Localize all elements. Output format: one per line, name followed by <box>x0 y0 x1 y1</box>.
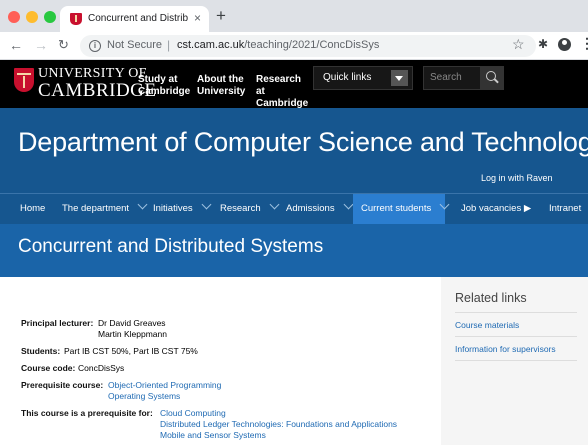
close-window-button[interactable] <box>8 11 20 23</box>
header-link-study[interactable]: Study at Cambridge <box>138 74 190 98</box>
raven-login-link[interactable]: Log in with Raven <box>481 173 553 183</box>
related-links-sidebar: Related links Course materials Informati… <box>441 277 588 445</box>
divider <box>455 336 577 337</box>
cambridge-favicon-icon <box>70 13 82 25</box>
prerequisite-for-link[interactable]: Cloud Computing <box>160 408 226 419</box>
browser-toolbar: ← → ↻ i Not Secure | cst.cam.ac.uk/teach… <box>0 32 588 60</box>
nav-item-initiatives[interactable]: Initiatives <box>144 194 212 224</box>
nav-item-intranet[interactable]: Intranet <box>533 194 588 224</box>
prerequisite-row: Prerequisite course: <box>21 380 103 391</box>
prerequisite-for-label: This course is a prerequisite for: <box>21 408 153 418</box>
star-icon[interactable]: ☆ <box>512 36 525 53</box>
url-host: cst.cam.ac.uk <box>177 39 245 51</box>
lecturer-name: Dr David Greaves <box>98 318 166 328</box>
related-links-heading: Related links <box>455 291 527 305</box>
prerequisite-link[interactable]: Operating Systems <box>108 391 180 402</box>
reload-icon[interactable]: ↻ <box>58 37 69 53</box>
nav-label: Job vacancies <box>461 203 522 214</box>
tab-title: Concurrent and Distributed Sy <box>88 13 188 24</box>
students-label: Students: <box>21 346 61 356</box>
course-code-row: Course code: <box>21 363 75 374</box>
page-title: Concurrent and Distributed Systems <box>18 236 324 257</box>
nav-label: Intranet <box>549 203 582 214</box>
tab-close-icon[interactable]: × <box>194 11 201 25</box>
minimize-window-button[interactable] <box>26 11 38 23</box>
main-navigation: Home The department Initiatives Research… <box>0 193 588 224</box>
department-title[interactable]: Department of Computer Science and Techn… <box>18 127 588 158</box>
forward-arrow-icon[interactable]: → <box>34 37 48 53</box>
related-link-course-materials[interactable]: Course materials <box>455 320 519 330</box>
url-text[interactable]: cst.cam.ac.uk/teaching/2021/ConcDisSys <box>177 39 379 51</box>
course-code-label: Course code: <box>21 363 76 373</box>
prerequisite-link[interactable]: Object-Oriented Programming <box>108 380 221 391</box>
nav-item-admissions[interactable]: Admissions <box>278 194 354 224</box>
search-placeholder: Search <box>430 72 462 83</box>
principal-lecturer-label: Principal lecturer: <box>21 318 94 328</box>
related-link-supervisors[interactable]: Information for supervisors <box>455 344 556 354</box>
nav-label: Initiatives <box>153 203 193 214</box>
url-path: /teaching/2021/ConcDisSys <box>244 39 380 51</box>
url-separator: | <box>167 38 171 52</box>
prerequisite-for-link[interactable]: Mobile and Sensor Systems <box>160 430 266 441</box>
header-link-research[interactable]: Research at Cambridge <box>256 74 308 110</box>
tab-strip: Concurrent and Distributed Sy × + <box>0 0 588 32</box>
browser-tab[interactable]: Concurrent and Distributed Sy × <box>60 6 209 32</box>
site-search-input[interactable]: Search <box>423 66 483 90</box>
back-arrow-icon[interactable]: ← <box>9 37 23 53</box>
prerequisite-label: Prerequisite course: <box>21 380 104 390</box>
nav-item-home[interactable]: Home <box>0 194 52 224</box>
nav-label: The department <box>62 203 130 214</box>
quick-links-dropdown[interactable]: Quick links <box>313 66 413 90</box>
address-bar[interactable]: i Not Secure | cst.cam.ac.uk/teaching/20… <box>80 35 536 57</box>
nav-item-research[interactable]: Research <box>212 194 280 224</box>
maximize-window-button[interactable] <box>44 11 56 23</box>
nav-label: Admissions <box>286 203 335 214</box>
chevron-down-icon <box>343 199 354 210</box>
students-value: Part IB CST 50%, Part IB CST 75% <box>64 346 198 356</box>
university-crest-icon[interactable] <box>14 68 34 92</box>
divider <box>455 312 577 313</box>
chevron-down-icon <box>201 199 212 210</box>
browser-window: Concurrent and Distributed Sy × + ← → ↻ … <box>0 0 588 445</box>
profile-avatar-icon[interactable] <box>558 38 571 51</box>
university-header: UNIVERSITY OF CAMBRIDGE Study at Cambrid… <box>0 60 588 110</box>
dropdown-arrow-icon <box>391 70 408 86</box>
prerequisite-for-link[interactable]: Distributed Ledger Technologies: Foundat… <box>160 419 397 430</box>
new-tab-button[interactable]: + <box>216 6 226 26</box>
nav-label: Current students <box>361 203 432 214</box>
nav-label: Home <box>20 203 46 214</box>
nav-item-job-vacancies[interactable]: Job vacancies ▶ <box>445 194 533 224</box>
security-label: Not Secure <box>107 39 163 51</box>
external-link-icon: ▶ <box>523 203 532 214</box>
principal-lecturer-row: Principal lecturer: <box>21 318 93 329</box>
puzzle-icon[interactable]: ✱ <box>538 37 548 51</box>
header-link-about[interactable]: About the University <box>197 74 249 98</box>
course-code-value: ConcDisSys <box>78 363 125 373</box>
quick-links-label: Quick links <box>323 72 372 83</box>
divider <box>455 360 577 361</box>
department-banner: Department of Computer Science and Techn… <box>0 108 588 193</box>
prerequisite-for-row: This course is a prerequisite for: <box>21 408 153 419</box>
nav-item-current-students[interactable]: Current students <box>353 194 450 224</box>
lecturer-name: Martin Kleppmann <box>98 329 167 339</box>
nav-item-department[interactable]: The department <box>52 194 148 224</box>
more-menu-icon[interactable]: ⋮ <box>580 35 588 52</box>
nav-label: Research <box>220 203 261 214</box>
search-icon[interactable] <box>480 66 504 90</box>
page-title-bar: Concurrent and Distributed Systems <box>0 224 588 277</box>
info-icon[interactable]: i <box>89 40 101 52</box>
students-row: Students: <box>21 346 60 357</box>
